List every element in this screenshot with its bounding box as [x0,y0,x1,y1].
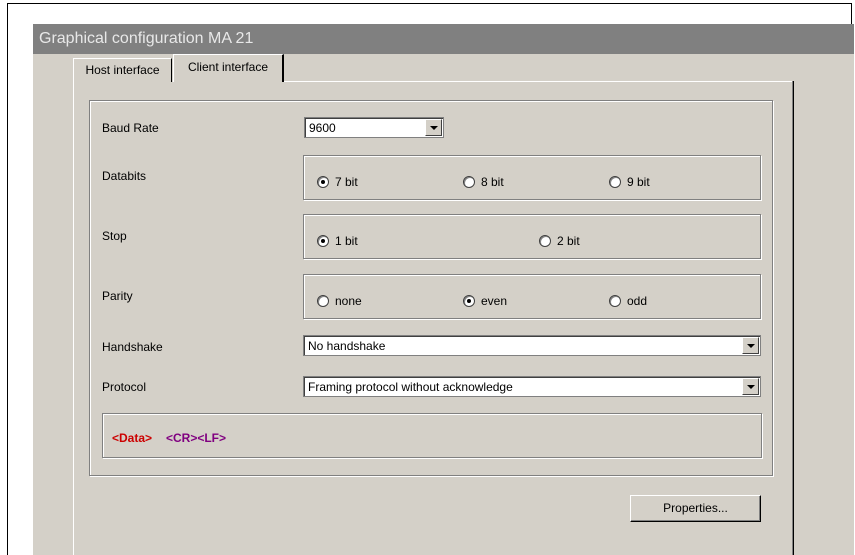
tab-page-left-edge [73,81,74,555]
tab-client-interface[interactable]: Client interface [173,54,284,82]
protocol-label: Protocol [102,380,147,394]
tab-page-top-edge [284,81,793,82]
databits-option-7[interactable]: 7 bit [317,175,358,189]
radio-unchecked-icon [609,295,621,307]
protocol-value: Framing protocol without acknowledge [308,379,513,394]
frame-terminator-token: <CR><LF> [166,431,227,445]
properties-button[interactable]: Properties... [630,495,761,522]
config-window: Graphical configuration MA 21 Host inter… [33,24,854,555]
tab-host-interface[interactable]: Host interface [73,58,172,82]
handshake-select[interactable]: No handshake [303,335,761,356]
tab-client-interface-label: Client interface [187,60,269,74]
parity-option-odd[interactable]: odd [609,294,647,308]
parity-option-even-label: even [481,294,508,308]
parity-group [303,274,761,319]
tab-host-interface-label: Host interface [85,63,160,77]
stop-option-2[interactable]: 2 bit [539,234,580,248]
parity-option-even[interactable]: even [463,294,507,308]
baud-rate-value: 9600 [309,120,336,135]
databits-option-8-label: 8 bit [481,175,504,189]
protocol-dropdown-button[interactable] [742,378,759,395]
parity-label: Parity [102,289,133,303]
radio-checked-icon [317,176,329,188]
databits-option-9[interactable]: 9 bit [609,175,650,189]
parity-option-none[interactable]: none [317,294,362,308]
stop-label: Stop [102,229,127,243]
stop-option-2-label: 2 bit [557,234,580,248]
baud-rate-dropdown-button[interactable] [425,119,442,136]
tab-page-right-edge [792,81,794,555]
radio-unchecked-icon [317,295,329,307]
handshake-label: Handshake [102,340,163,354]
stop-group [303,214,761,259]
window-title: Graphical configuration MA 21 [33,24,854,54]
handshake-dropdown-button[interactable] [742,337,759,354]
handshake-value: No handshake [308,338,386,353]
parity-option-odd-label: odd [627,294,648,308]
chevron-down-icon [746,384,755,389]
protocol-select[interactable]: Framing protocol without acknowledge [303,376,761,397]
databits-group [303,155,761,200]
radio-checked-icon [317,235,329,247]
databits-option-8[interactable]: 8 bit [463,175,504,189]
chevron-down-icon [429,125,438,130]
radio-unchecked-icon [463,176,475,188]
databits-option-7-label: 7 bit [335,175,358,189]
baud-rate-select[interactable]: 9600 [304,117,444,138]
radio-unchecked-icon [539,235,551,247]
databits-label: Databits [102,169,147,183]
baud-rate-label: Baud Rate [102,121,159,135]
frame-data-token: <Data> [112,431,153,445]
frame-format-preview: <Data> <CR><LF> [102,413,762,458]
chevron-down-icon [746,343,755,348]
parity-option-none-label: none [335,294,362,308]
databits-option-9-label: 9 bit [627,175,650,189]
stop-option-1-label: 1 bit [335,234,358,248]
properties-button-label: Properties... [663,501,728,515]
radio-unchecked-icon [609,176,621,188]
radio-checked-icon [463,295,475,307]
stop-option-1[interactable]: 1 bit [317,234,358,248]
